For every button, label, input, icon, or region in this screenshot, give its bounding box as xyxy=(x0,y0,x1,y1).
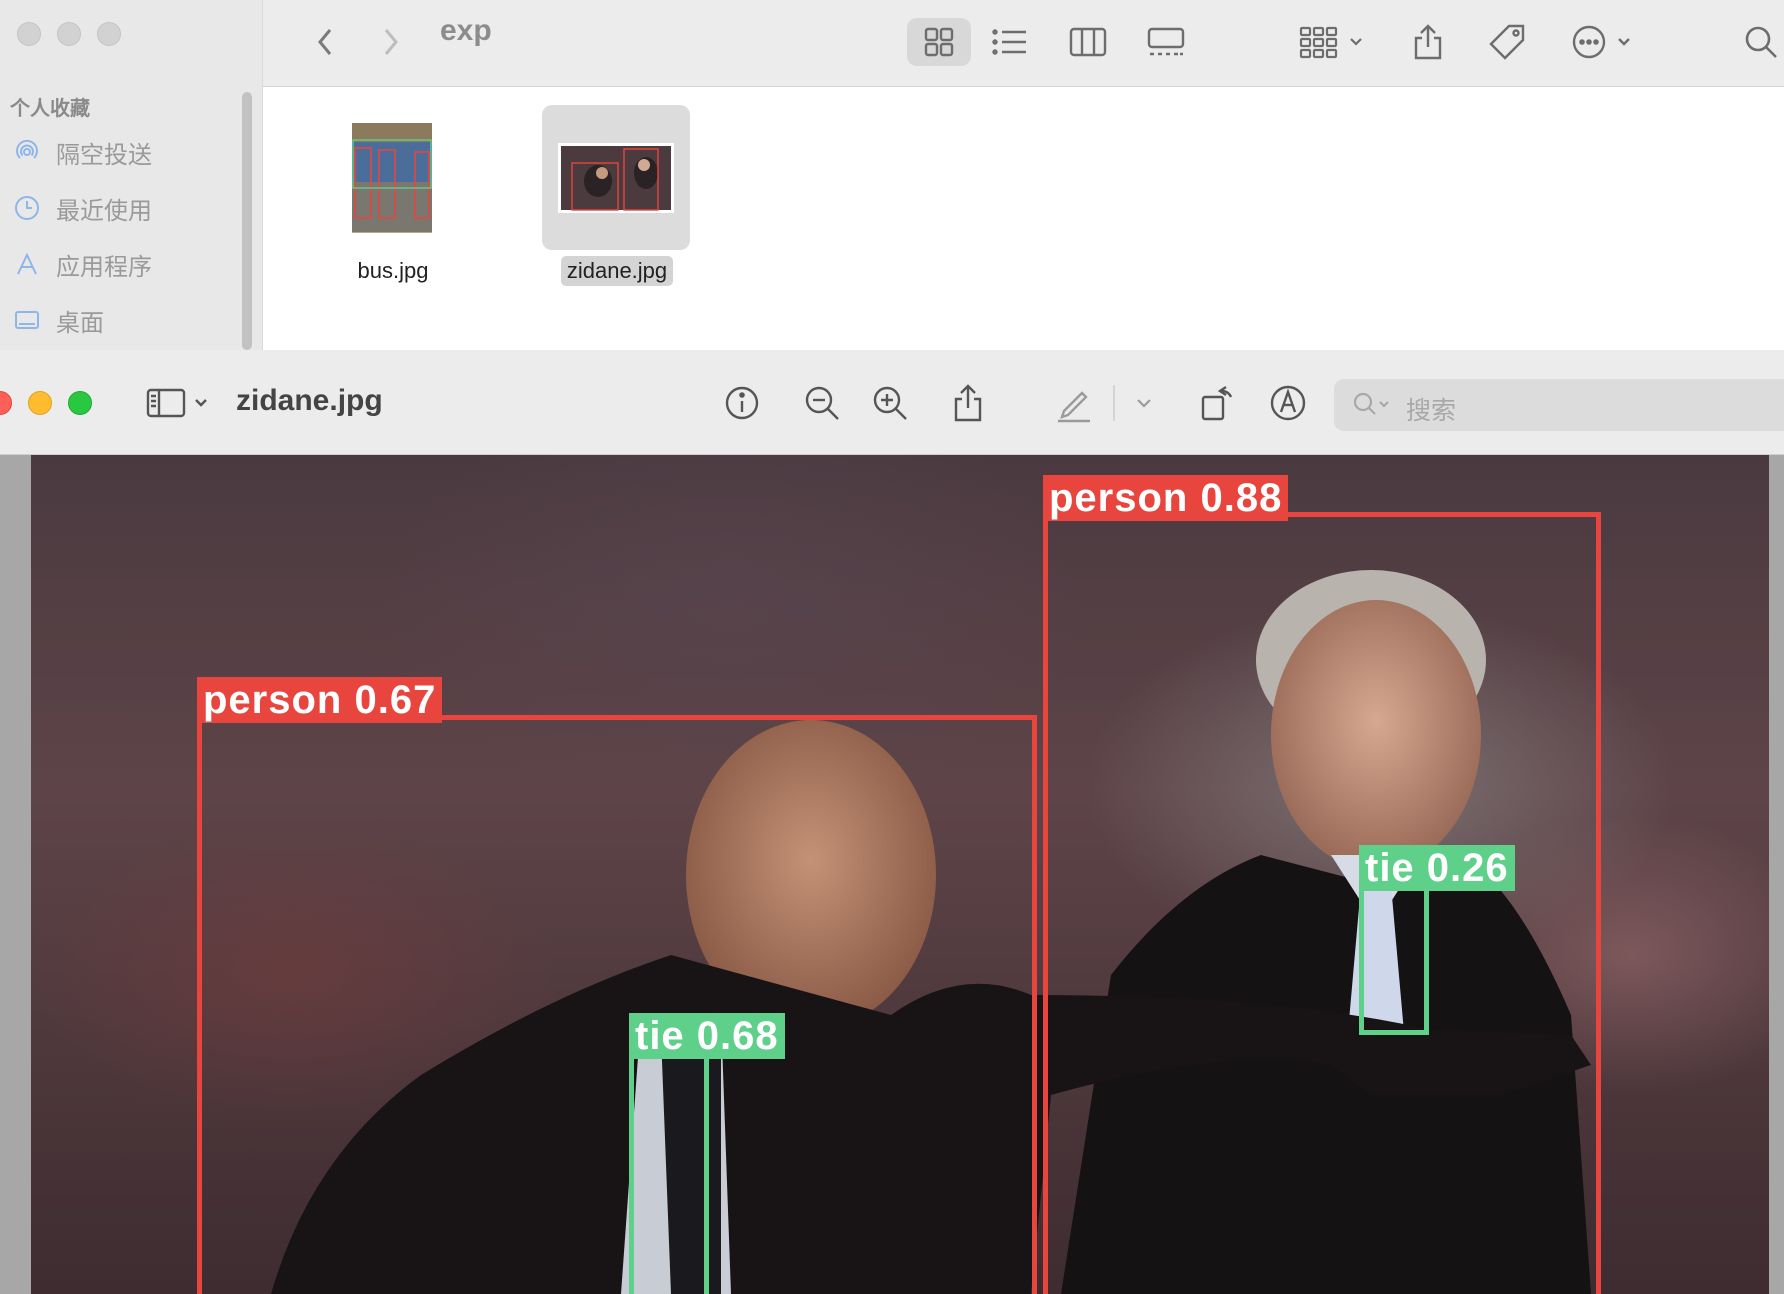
finder-sidebar: 个人收藏 隔空投送 最近使用 应用程序 桌面 xyxy=(0,0,263,350)
preview-toolbar: zidane.jpg 搜索 xyxy=(0,351,1784,455)
more-actions-icon[interactable] xyxy=(1569,18,1643,66)
image-canvas[interactable]: person 0.88 person 0.67 tie 0.26 tie 0.6… xyxy=(31,455,1769,1294)
search-placeholder: 搜索 xyxy=(1406,397,1457,425)
file-name: zidane.jpg xyxy=(560,256,674,286)
forward-icon[interactable] xyxy=(373,18,409,66)
sidebar-item-recents[interactable]: 最近使用 xyxy=(12,188,237,228)
share-icon[interactable] xyxy=(1408,18,1448,66)
sidebar-item-label: 最近使用 xyxy=(56,197,152,225)
back-icon[interactable] xyxy=(307,18,343,66)
preview-window: zidane.jpg 搜索 person 0.88 person 0.67 ti… xyxy=(0,351,1784,1294)
sidebar-item-applications[interactable]: 应用程序 xyxy=(12,244,237,284)
file-thumbnail xyxy=(318,105,466,250)
search-field[interactable]: 搜索 xyxy=(1334,379,1784,431)
file-grid: bus.jpg zidane.jpg xyxy=(263,87,1784,350)
markup-options-chevron-icon[interactable] xyxy=(1132,381,1156,425)
markup-pen-icon[interactable] xyxy=(1052,381,1096,425)
toolbar-divider xyxy=(1112,381,1116,425)
file-item-zidane[interactable]: zidane.jpg xyxy=(542,105,692,286)
detection-label-tie-1: tie 0.26 xyxy=(1359,845,1515,891)
zoom-button-inactive[interactable] xyxy=(97,22,121,46)
bus-thumbnail-image xyxy=(349,119,435,236)
finder-window: 个人收藏 隔空投送 最近使用 应用程序 桌面 exp bus.jpg zidan… xyxy=(0,0,1784,350)
detection-box-person-1 xyxy=(1043,512,1601,1294)
list-view-icon[interactable] xyxy=(990,18,1030,66)
close-button[interactable] xyxy=(0,391,12,415)
finder-toolbar: exp xyxy=(263,0,1784,87)
desktop-icon xyxy=(12,305,42,335)
document-title: zidane.jpg xyxy=(236,384,383,417)
sidebar-item-airdrop[interactable]: 隔空投送 xyxy=(12,132,237,172)
icon-view-icon[interactable] xyxy=(907,18,971,66)
detection-label-person-2: person 0.67 xyxy=(197,677,443,723)
detection-box-tie-1 xyxy=(1359,885,1429,1035)
zidane-thumbnail-image xyxy=(558,142,674,213)
minimize-button-inactive[interactable] xyxy=(57,22,81,46)
applications-icon xyxy=(12,249,42,279)
file-name: bus.jpg xyxy=(357,258,429,283)
sidebar-item-desktop[interactable]: 桌面 xyxy=(12,300,237,340)
close-button-inactive[interactable] xyxy=(17,22,41,46)
clock-icon xyxy=(12,193,42,223)
zoom-in-icon[interactable] xyxy=(868,381,912,425)
file-item-bus[interactable]: bus.jpg xyxy=(318,105,468,286)
window-title: exp xyxy=(440,14,492,47)
column-view-icon[interactable] xyxy=(1068,18,1108,66)
rotate-icon[interactable] xyxy=(1196,381,1240,425)
info-icon[interactable] xyxy=(720,381,764,425)
sidebar-section-favorites: 个人收藏 xyxy=(10,98,90,120)
sidebar-toggle-icon[interactable] xyxy=(142,381,214,425)
zoom-button[interactable] xyxy=(68,391,92,415)
gallery-view-icon[interactable] xyxy=(1146,18,1186,66)
share-icon[interactable] xyxy=(948,381,988,425)
markup-icon[interactable] xyxy=(1266,381,1310,425)
group-by-icon[interactable] xyxy=(1295,18,1369,66)
sidebar-scrollbar[interactable] xyxy=(242,92,252,350)
airdrop-icon xyxy=(12,137,42,167)
file-thumbnail xyxy=(542,105,690,250)
detection-label-tie-2: tie 0.68 xyxy=(629,1013,785,1059)
detection-box-person-2 xyxy=(197,715,1037,1294)
tag-icon[interactable] xyxy=(1485,18,1529,66)
sidebar-item-label: 应用程序 xyxy=(56,253,152,281)
sidebar-item-label: 桌面 xyxy=(56,309,104,337)
zoom-out-icon[interactable] xyxy=(800,381,844,425)
detection-label-person-1: person 0.88 xyxy=(1043,475,1289,521)
sidebar-item-label: 隔空投送 xyxy=(56,141,152,169)
minimize-button[interactable] xyxy=(28,391,52,415)
search-icon[interactable] xyxy=(1741,18,1781,66)
detection-box-tie-2 xyxy=(629,1049,709,1294)
search-icon xyxy=(1352,391,1394,424)
